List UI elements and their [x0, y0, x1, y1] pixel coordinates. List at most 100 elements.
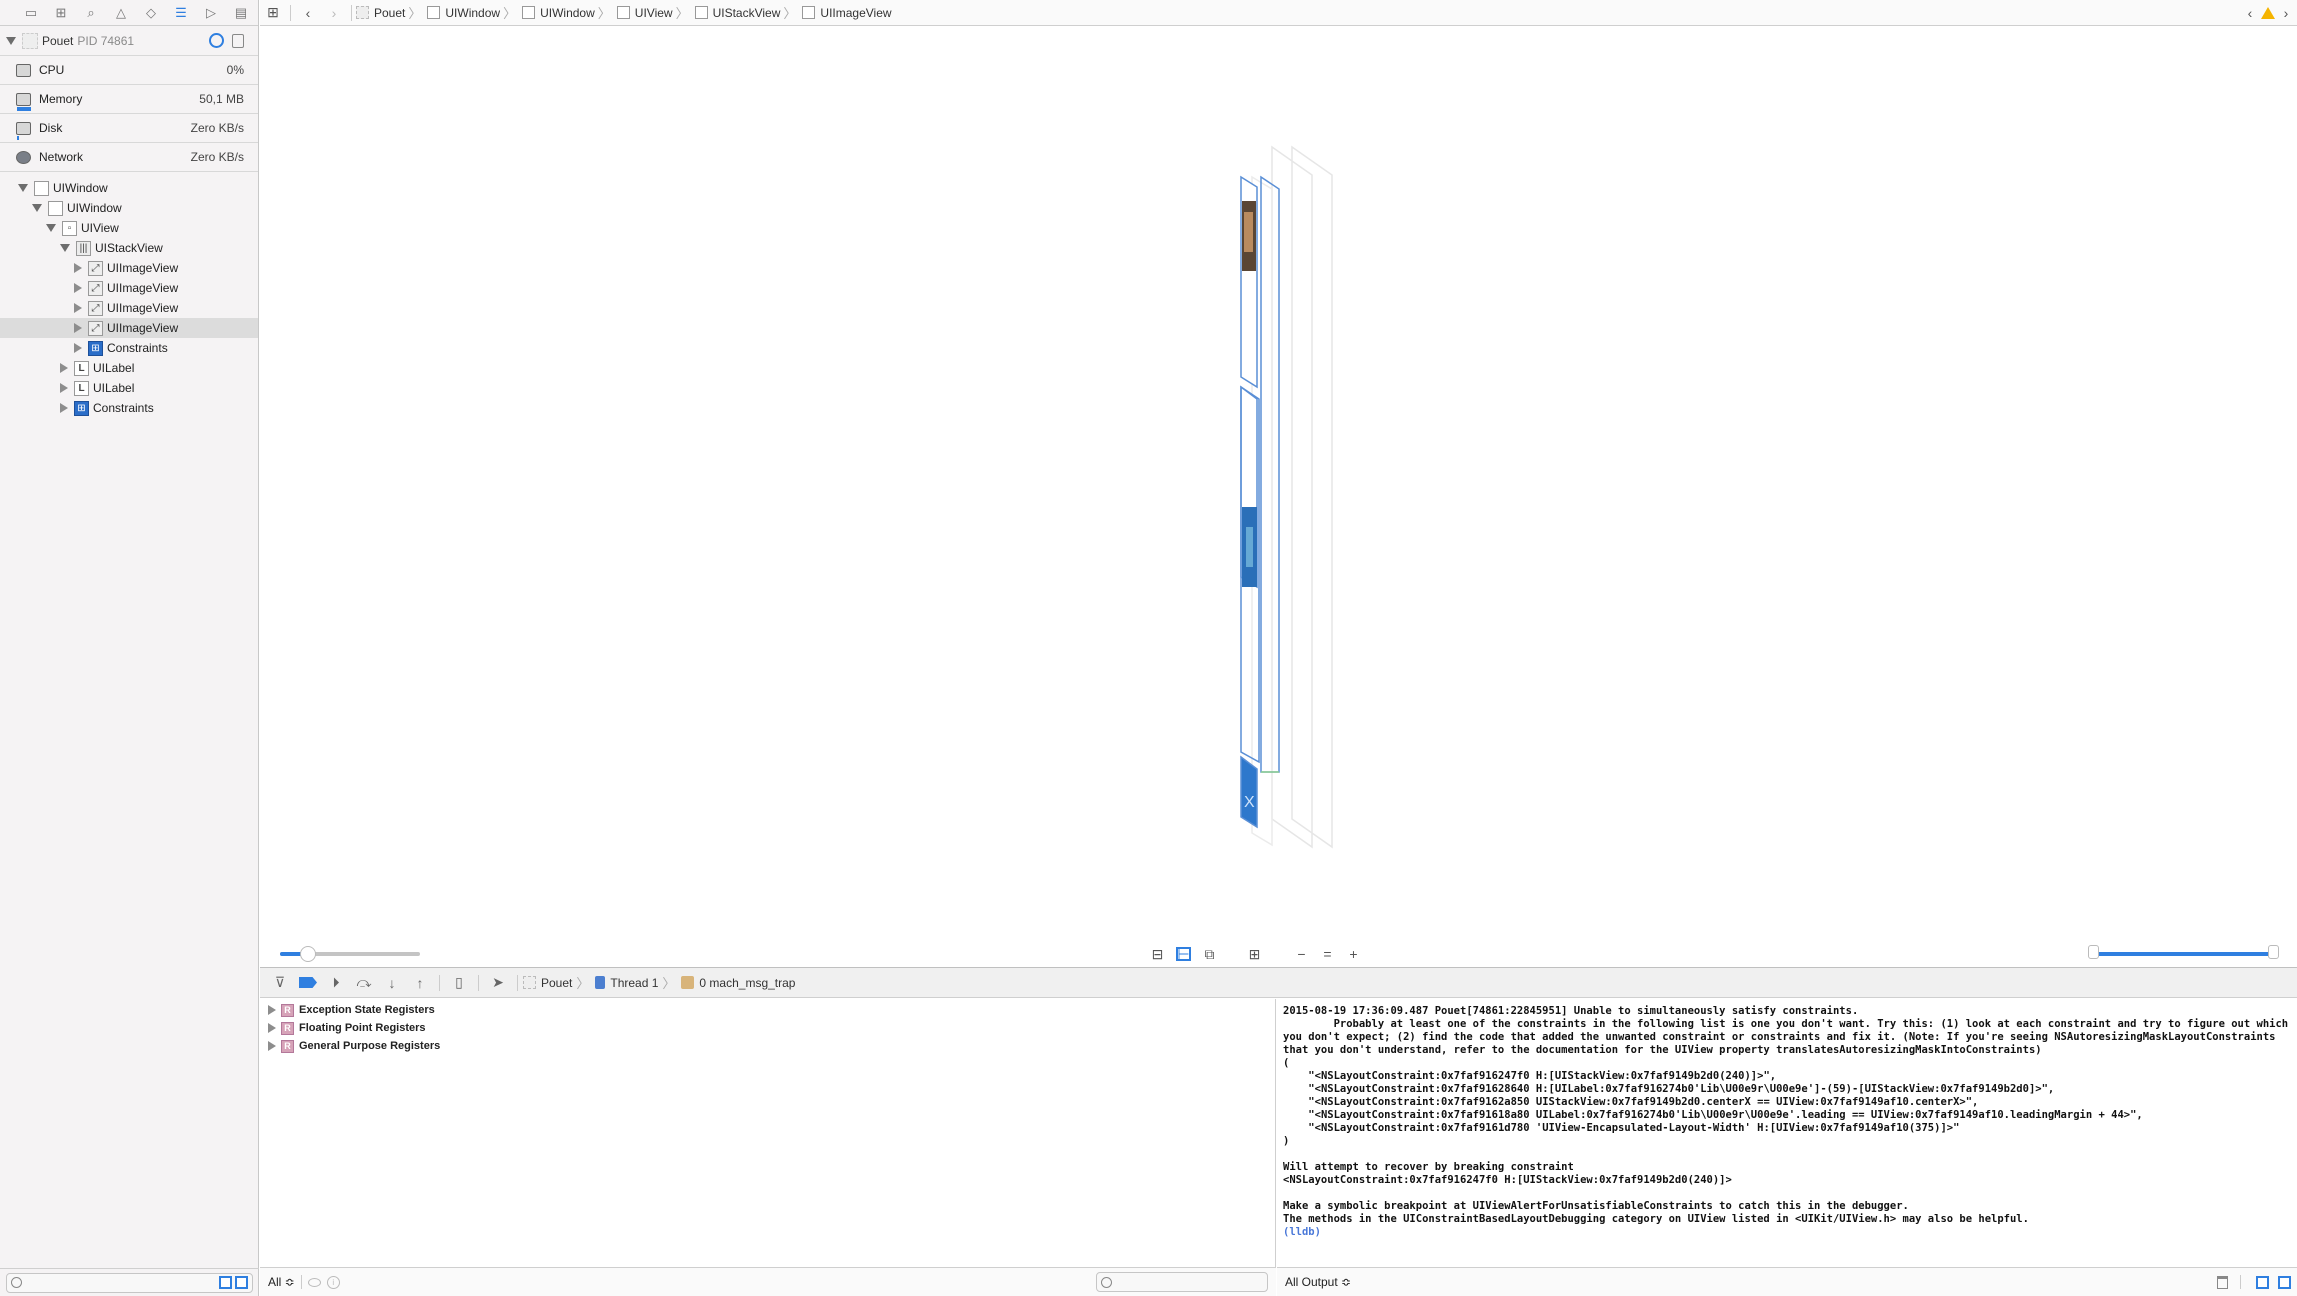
disclosure-collapsed-icon[interactable]	[74, 323, 82, 333]
back-button[interactable]: ‹	[295, 0, 321, 26]
tree-row[interactable]: ⊞ Constraints	[0, 338, 258, 358]
related-items-icon[interactable]: ⊞	[260, 0, 286, 26]
tree-row[interactable]: ⊞ Constraints	[0, 398, 258, 418]
breadcrumb-item[interactable]: UIWindow 〉	[427, 3, 520, 22]
zoom-actual-icon[interactable]: =	[1320, 946, 1335, 962]
forward-button[interactable]: ›	[321, 0, 347, 26]
disclosure-expanded-icon[interactable]	[60, 244, 70, 252]
tree-row[interactable]: L UILabel	[0, 358, 258, 378]
disclosure-expanded-icon[interactable]	[46, 224, 56, 232]
exploded-view-hierarchy[interactable]: X	[260, 27, 2297, 940]
metric-cpu[interactable]: CPU 0%	[0, 56, 258, 85]
disclosure-collapsed-icon[interactable]	[268, 1041, 276, 1051]
step-out-icon[interactable]: ↑	[406, 970, 434, 996]
step-over-icon[interactable]: ⤼	[350, 970, 378, 996]
tag-icon[interactable]: ▷	[196, 0, 226, 26]
simulate-location-icon[interactable]: ➤	[484, 970, 512, 996]
tree-row[interactable]: L UILabel	[0, 378, 258, 398]
warning-icon[interactable]: △	[106, 0, 136, 26]
quick-look-icon[interactable]	[307, 1277, 321, 1287]
debug-crumb-frame[interactable]: 0 mach_msg_trap	[681, 976, 795, 990]
disclosure-collapsed-icon[interactable]	[74, 283, 82, 293]
trash-icon[interactable]	[2217, 1275, 2228, 1289]
disk-icon	[16, 121, 31, 135]
disclosure-collapsed-icon[interactable]	[268, 1023, 276, 1033]
breakpoints-toggle-icon[interactable]	[294, 970, 322, 996]
navigator-filter-field[interactable]	[6, 1272, 253, 1293]
disclosure-collapsed-icon[interactable]	[60, 403, 68, 413]
metric-disk[interactable]: Disk Zero KB/s	[0, 114, 258, 143]
show-hierarchy-toggle-icon[interactable]	[219, 1276, 232, 1289]
breadcrumb-item[interactable]: UIWindow 〉	[522, 3, 615, 22]
register-group-row[interactable]: R Exception State Registers	[260, 1001, 1275, 1019]
search-icon[interactable]: ⌕	[76, 0, 106, 26]
register-group-row[interactable]: R Floating Point Registers	[260, 1019, 1275, 1037]
orient-2d-icon[interactable]: ⊞	[1247, 946, 1262, 962]
report-icon[interactable]: ▤	[226, 0, 256, 26]
tree-row[interactable]: ▫ UIView	[0, 218, 258, 238]
scope-popup[interactable]: All ≎	[268, 1275, 295, 1289]
chevron-right-icon: 〉	[503, 6, 517, 21]
tree-row[interactable]: ||| UIStackView	[0, 238, 258, 258]
tree-row[interactable]: ⤢ UIImageView	[0, 278, 258, 298]
output-filter-popup[interactable]: All Output ≎	[1285, 1275, 1351, 1289]
disclosure-expanded-icon[interactable]	[18, 184, 28, 192]
breakpoint-diamond-icon[interactable]: ◇	[136, 0, 166, 26]
tree-row[interactable]: ⤢ UIImageView	[0, 318, 258, 338]
warning-icon[interactable]	[2261, 6, 2275, 19]
debug-navigator-icon[interactable]: ☰	[166, 0, 196, 26]
folder-icon[interactable]: ▭	[16, 0, 46, 26]
metric-network[interactable]: Network Zero KB/s	[0, 143, 258, 172]
disclosure-collapsed-icon[interactable]	[268, 1005, 276, 1015]
tree-row[interactable]: UIWindow	[0, 178, 258, 198]
metric-memory[interactable]: Memory 50,1 MB	[0, 85, 258, 114]
crumb-label: 0 mach_msg_trap	[699, 975, 796, 990]
lldb-prompt[interactable]: (lldb)	[1283, 1226, 1321, 1238]
zoom-out-icon[interactable]: −	[1294, 946, 1309, 962]
breadcrumb-item[interactable]: UIView 〉	[616, 3, 693, 22]
zoom-in-icon[interactable]: +	[1346, 946, 1361, 962]
variables-footer: All ≎ i	[260, 1267, 1276, 1296]
disclosure-collapsed-icon[interactable]	[60, 363, 68, 373]
show-constraints-icon[interactable]: ⊢	[1176, 946, 1191, 962]
disclosure-collapsed-icon[interactable]	[60, 383, 68, 393]
range-slider-low-handle[interactable]	[2088, 945, 2099, 959]
disclosure-collapsed-icon[interactable]	[74, 263, 82, 273]
thread-icon	[595, 976, 606, 989]
tree-row[interactable]: ⤢ UIImageView	[0, 298, 258, 318]
next-issue-button[interactable]: ›	[2279, 0, 2293, 26]
show-primary-views-toggle-icon[interactable]	[235, 1276, 248, 1289]
gauge-icon[interactable]	[209, 33, 224, 48]
show-clipped-content-icon[interactable]: ⊟	[1150, 946, 1165, 962]
debug-crumb-thread[interactable]: Thread 1 〉	[595, 973, 679, 992]
show-variables-toggle-icon[interactable]	[2256, 1275, 2269, 1289]
breadcrumb-item[interactable]: UIImageView	[802, 6, 892, 20]
tree-row[interactable]: ⤢ UIImageView	[0, 258, 258, 278]
wireframes-contents-icon[interactable]: ⧉	[1202, 946, 1217, 962]
tree-row[interactable]: UIWindow	[0, 198, 258, 218]
step-into-icon[interactable]: ↓	[378, 970, 406, 996]
debug-view-hierarchy-icon[interactable]: ▯	[445, 970, 473, 996]
process-row[interactable]: Pouet PID 74861	[0, 26, 258, 56]
register-group-row[interactable]: R General Purpose Registers	[260, 1037, 1275, 1055]
continue-icon[interactable]: ⏵	[322, 970, 350, 996]
disclosure-collapsed-icon[interactable]	[74, 303, 82, 313]
device-icon[interactable]	[232, 33, 244, 48]
view-debugger-canvas[interactable]: X	[260, 27, 2297, 967]
debug-crumb-process[interactable]: Pouet 〉	[523, 973, 593, 992]
breadcrumb-item[interactable]: Pouet 〉	[356, 3, 425, 22]
hierarchy-icon[interactable]: ⊞	[46, 0, 76, 26]
info-icon[interactable]: i	[326, 1275, 340, 1289]
range-slider-high-handle[interactable]	[2268, 945, 2279, 959]
hide-debug-area-icon[interactable]: ⊽	[266, 970, 294, 996]
disclosure-expanded-icon[interactable]	[32, 204, 42, 212]
view-hierarchy-tree: UIWindow UIWindow ▫ UIView ||| UIStackView ⤢ UI…	[0, 172, 258, 418]
variables-filter-field[interactable]	[1096, 1272, 1268, 1292]
console-output[interactable]: 2015-08-19 17:36:09.487 Pouet[74861:2284…	[1277, 999, 2297, 1267]
spacing-slider-knob[interactable]	[300, 946, 316, 962]
breadcrumb-item[interactable]: UIStackView 〉	[694, 3, 801, 22]
show-console-toggle-icon[interactable]	[2278, 1275, 2291, 1289]
disclosure-collapsed-icon[interactable]	[74, 343, 82, 353]
disclosure-triangle-icon[interactable]	[6, 36, 16, 45]
previous-issue-button[interactable]: ‹	[2243, 0, 2257, 26]
